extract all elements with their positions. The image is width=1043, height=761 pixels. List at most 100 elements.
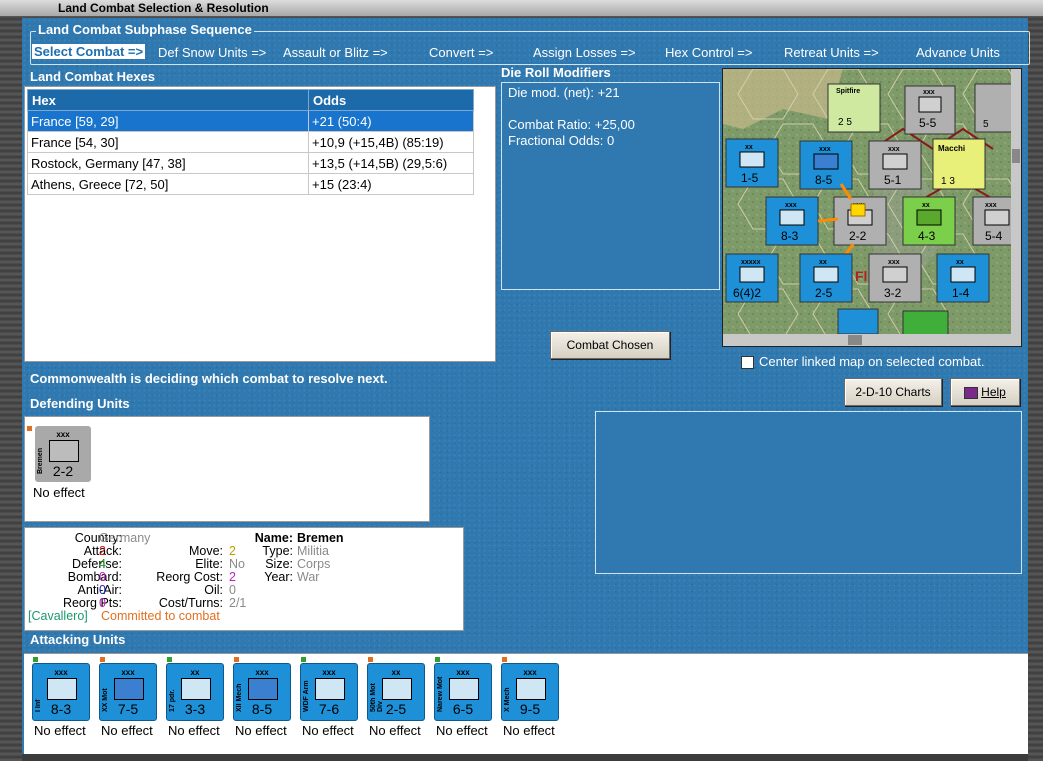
- help-label: Help: [981, 385, 1006, 399]
- map-counter-value: 5-5: [919, 116, 937, 130]
- die-roll-modifiers-label: Die Roll Modifiers: [501, 65, 611, 80]
- table-row[interactable]: Athens, Greece [72, 50] +15 (23:4): [27, 173, 474, 195]
- map-counter[interactable]: Macchi 1 3: [932, 138, 986, 190]
- frame-left: [0, 16, 22, 761]
- seq-step-advance[interactable]: Advance Units: [916, 45, 1000, 60]
- attacking-unit-counter[interactable]: xxx WDF Arm 7-6: [300, 663, 358, 721]
- unit-type-icon: [181, 678, 211, 700]
- map-counter-size: xx: [922, 202, 930, 209]
- costturns-value: 2/1: [229, 596, 247, 610]
- map-counter[interactable]: xxx 8-5: [799, 140, 853, 190]
- leader-value: [Cavallero]: [28, 609, 88, 623]
- column-header-odds[interactable]: Odds: [308, 89, 474, 111]
- title-bar[interactable]: Land Combat Selection & Resolution: [0, 0, 1043, 17]
- map-counter[interactable]: xxx 3-2: [868, 253, 922, 303]
- map-counter[interactable]: xxx 5-1: [868, 140, 922, 190]
- attacking-unit-counter[interactable]: xxx X Mech 9-5: [501, 663, 559, 721]
- map-counter-size: xx: [745, 144, 753, 151]
- attacking-unit-counter[interactable]: xx 17 pdr. 3-3: [166, 663, 224, 721]
- map-counter-value: 2-2: [849, 229, 867, 243]
- map-counter-value: 8-3: [781, 229, 799, 243]
- die-roll-modifiers-panel: Die mod. (net): +21 Combat Ratio: +25,00…: [501, 82, 720, 290]
- map-counter[interactable]: xxx 5-5: [904, 85, 956, 135]
- unit-value: 7-5: [117, 701, 139, 717]
- committed-status: Committed to combat: [101, 609, 220, 623]
- map-counter[interactable]: xx 1-4: [936, 253, 990, 303]
- map-counter-size: xx: [819, 259, 827, 266]
- charts-button[interactable]: 2-D-10 Charts: [844, 378, 942, 406]
- status-dot: [33, 657, 38, 662]
- land-combat-hexes-table: Hex Odds France [59, 29] +21 (50:4) Fran…: [24, 86, 496, 362]
- attacking-unit-counter[interactable]: xxx XII Mech 8-5: [233, 663, 291, 721]
- window: Land Combat Selection & Resolution Land …: [0, 0, 1043, 761]
- seq-step-assault[interactable]: Assault or Blitz =>: [283, 45, 388, 60]
- unit-value: 9-5: [519, 701, 541, 717]
- attacking-unit-counter[interactable]: xx 50th Mot Div 2-5: [367, 663, 425, 721]
- seq-step-convert[interactable]: Convert =>: [429, 45, 493, 60]
- seq-step-hex-control[interactable]: Hex Control =>: [665, 45, 752, 60]
- table-header: Hex Odds: [27, 89, 474, 111]
- map-counter[interactable]: xxx 8-3: [765, 196, 819, 246]
- unit-type-icon: [315, 678, 345, 700]
- map-counter-selected[interactable]: xxx 2-2: [833, 196, 887, 246]
- seq-step-retreat[interactable]: Retreat Units =>: [784, 45, 879, 60]
- help-button[interactable]: Help: [950, 378, 1020, 406]
- linked-hex-map[interactable]: Fl Spitfire 2 5 xxx 5-5 5 xx 1-5 xxx 8-5…: [722, 68, 1022, 347]
- unit-value: 2-2: [52, 463, 74, 479]
- year-value: War: [297, 570, 320, 584]
- table-row[interactable]: France [59, 29] +21 (50:4): [27, 110, 474, 132]
- map-counter-value: 6(4)2: [733, 286, 761, 300]
- seq-step-def-snow[interactable]: Def Snow Units =>: [158, 45, 266, 60]
- map-counter-value: 8-5: [815, 173, 833, 187]
- attacking-unit-counter[interactable]: xxx Narew Mot 6-5: [434, 663, 492, 721]
- attacking-unit-effect: No effect: [503, 723, 555, 738]
- unit-type-icon: [248, 678, 278, 700]
- odds-cell: +15 (23:4): [308, 173, 474, 195]
- center-map-checkbox[interactable]: [741, 356, 754, 369]
- combat-chosen-button[interactable]: Combat Chosen: [550, 331, 670, 359]
- map-counter[interactable]: xx 4-3: [902, 196, 956, 246]
- center-map-label: Center linked map on selected combat.: [759, 354, 985, 369]
- fractional-odds: Fractional Odds: 0: [508, 133, 615, 148]
- subphase-sequence-title: Land Combat Subphase Sequence: [36, 22, 254, 37]
- attacking-unit-effect: No effect: [436, 723, 488, 738]
- table-row[interactable]: Rostock, Germany [47, 38] +13,5 (+14,5B)…: [27, 152, 474, 174]
- hex-cell: Athens, Greece [72, 50]: [27, 173, 309, 195]
- main-panel: Land Combat Subphase Sequence Select Com…: [22, 18, 1030, 756]
- map-counter[interactable]: xxxxx 6(4)2: [725, 253, 779, 303]
- attacking-unit-effect: No effect: [34, 723, 86, 738]
- map-counter-size: xxx: [923, 89, 935, 96]
- map-svg[interactable]: Fl Spitfire 2 5 xxx 5-5 5 xx 1-5 xxx 8-5…: [723, 69, 1021, 346]
- hex-cell: France [54, 30]: [27, 131, 309, 153]
- status-dot: [27, 426, 32, 431]
- attacking-units-panel: xxx I Inf 8-3 No effect xxx XX Mot 7-5 No effec…: [24, 653, 1028, 756]
- map-counter[interactable]: Spitfire 2 5: [827, 83, 881, 133]
- defending-unit-effect: No effect: [33, 485, 85, 500]
- defending-unit-counter[interactable]: xxx Bremen 2-2: [35, 426, 91, 482]
- status-dot: [435, 657, 440, 662]
- column-header-hex[interactable]: Hex: [27, 89, 309, 111]
- attacking-unit-effect: No effect: [302, 723, 354, 738]
- seq-step-assign-losses[interactable]: Assign Losses =>: [533, 45, 636, 60]
- map-counter-size: xxx: [785, 202, 797, 209]
- unit-value: 2-5: [385, 701, 407, 717]
- map-counter-value: 2-5: [815, 286, 833, 300]
- map-counter-size: xxx: [985, 202, 997, 209]
- unit-value: 8-3: [50, 701, 72, 717]
- window-title: Land Combat Selection & Resolution: [58, 1, 269, 15]
- attacking-unit-counter[interactable]: xxx XX Mot 7-5: [99, 663, 157, 721]
- table-row[interactable]: France [54, 30] +10,9 (+15,4B) (85:19): [27, 131, 474, 153]
- map-counter[interactable]: xx 2-5: [799, 253, 853, 303]
- seq-step-select-combat[interactable]: Select Combat =>: [32, 44, 146, 59]
- status-dot: [301, 657, 306, 662]
- attacking-unit-effect: No effect: [369, 723, 421, 738]
- map-counter-size: xxx: [819, 146, 831, 153]
- defending-units-panel: xxx Bremen 2-2 No effect: [24, 416, 430, 522]
- unit-value: 3-3: [184, 701, 206, 717]
- frame-right: [1028, 16, 1043, 761]
- unit-type-icon: [47, 678, 77, 700]
- map-counter[interactable]: xx 1-5: [725, 138, 779, 188]
- odds-cell: +13,5 (+14,5B) (29,5:6): [308, 152, 474, 174]
- land-combat-hexes-label: Land Combat Hexes: [30, 69, 155, 84]
- attacking-unit-counter[interactable]: xxx I Inf 8-3: [32, 663, 90, 721]
